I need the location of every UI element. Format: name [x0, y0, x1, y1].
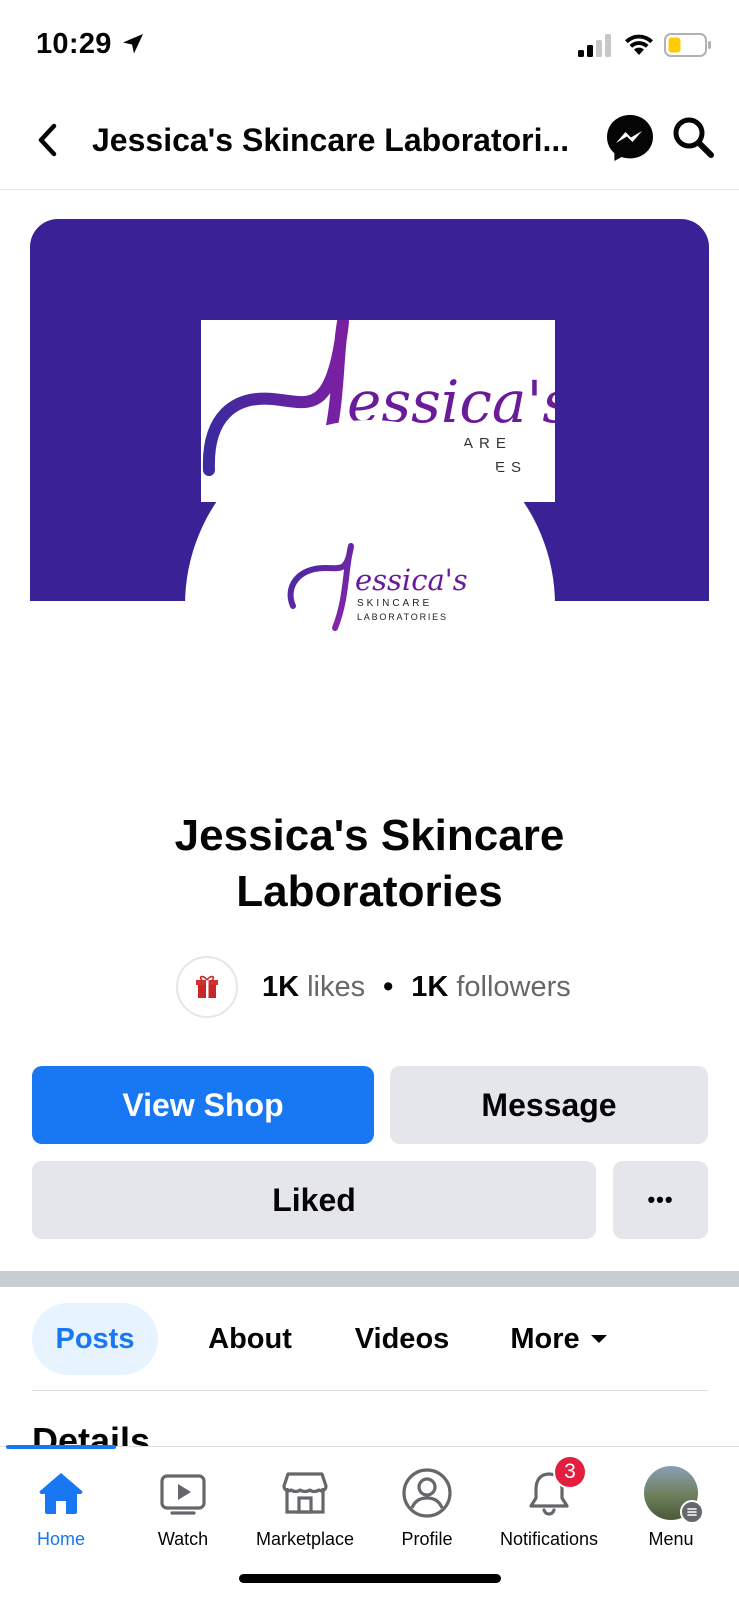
- nav-notifications[interactable]: 3 Notifications: [488, 1455, 610, 1550]
- tab-more-label: More: [510, 1322, 580, 1355]
- profile-picture[interactable]: essica's SKINCARE LABORATORIES: [185, 420, 555, 790]
- profile-logo-image: essica's SKINCARE LABORATORIES: [287, 543, 468, 631]
- view-shop-button[interactable]: View Shop: [32, 1066, 374, 1144]
- profile-icon: [399, 1465, 455, 1521]
- notification-badge: 3: [553, 1455, 587, 1489]
- status-time: 10:29: [36, 28, 112, 60]
- search-icon: [673, 117, 714, 158]
- section-divider: [0, 1271, 739, 1287]
- cellular-signal-icon: [578, 34, 611, 57]
- bell-icon: 3: [521, 1455, 587, 1521]
- message-button[interactable]: Message: [390, 1066, 708, 1144]
- profile-logo-line-1: SKINCARE: [357, 598, 432, 609]
- search-button[interactable]: [670, 114, 716, 160]
- likes-count: 1K: [262, 970, 300, 1003]
- tab-videos[interactable]: Videos: [332, 1303, 472, 1375]
- messenger-icon: [607, 115, 653, 161]
- nav-marketplace[interactable]: Marketplace: [244, 1465, 366, 1550]
- nav-watch[interactable]: Watch: [122, 1465, 244, 1550]
- followers-count: 1K: [411, 970, 449, 1003]
- more-actions-button[interactable]: •••: [613, 1161, 708, 1239]
- nav-notifications-label: Notifications: [499, 1529, 599, 1549]
- menu-avatar-wrap: [643, 1465, 704, 1524]
- back-button[interactable]: [30, 116, 66, 164]
- marketplace-icon: [277, 1465, 333, 1521]
- page-tabs: Posts About Videos More: [32, 1303, 708, 1375]
- followers-label: followers: [456, 970, 571, 1003]
- nav-home[interactable]: Home: [0, 1465, 122, 1550]
- page-header: Jessica's Skincare Laboratori...: [0, 92, 739, 190]
- likes-followers-text: 1K likes • 1K followers: [262, 971, 571, 1004]
- tab-more[interactable]: More: [494, 1303, 624, 1375]
- messenger-button[interactable]: [604, 112, 656, 164]
- caret-down-icon: [590, 1335, 607, 1343]
- stats-separator: •: [383, 970, 394, 1003]
- liked-button[interactable]: Liked: [32, 1161, 596, 1239]
- watch-icon: [155, 1465, 211, 1521]
- nav-profile-label: Profile: [401, 1529, 453, 1549]
- battery-icon: [664, 33, 711, 57]
- nav-marketplace-label: Marketplace: [255, 1529, 355, 1549]
- status-bar: 10:29: [0, 0, 739, 92]
- chevron-left-icon: [38, 123, 57, 157]
- profile-logo-line-2: LABORATORIES: [357, 612, 448, 622]
- menu-hamburger-icon: [680, 1500, 704, 1524]
- tab-about[interactable]: About: [184, 1303, 316, 1375]
- nav-menu[interactable]: Menu: [610, 1465, 732, 1550]
- page-stats[interactable]: 1K likes • 1K followers: [176, 955, 571, 1019]
- home-indicator[interactable]: [239, 1574, 501, 1583]
- tab-posts[interactable]: Posts: [32, 1303, 158, 1375]
- gift-icon: [196, 975, 218, 998]
- friend-avatar: [176, 956, 238, 1018]
- page-title-line-2: Laboratories: [236, 867, 503, 916]
- header-title: Jessica's Skincare Laboratori...: [92, 122, 570, 158]
- nav-home-label: Home: [36, 1529, 85, 1549]
- location-arrow-icon: [123, 34, 143, 54]
- page-title: Jessica's Skincare Laboratories: [0, 808, 739, 920]
- likes-label: likes: [307, 970, 366, 1003]
- nav-profile[interactable]: Profile: [366, 1465, 488, 1550]
- menu-avatar: [644, 1466, 704, 1524]
- profile-logo-wordmark: essica's: [355, 563, 468, 597]
- nav-menu-label: Menu: [648, 1529, 694, 1549]
- nav-watch-label: Watch: [157, 1529, 209, 1549]
- tabs-divider: [32, 1390, 708, 1391]
- page-title-line-1: Jessica's Skincare: [174, 811, 565, 860]
- wifi-icon: [625, 34, 653, 55]
- active-tab-indicator: [6, 1445, 116, 1449]
- home-icon: [33, 1465, 89, 1521]
